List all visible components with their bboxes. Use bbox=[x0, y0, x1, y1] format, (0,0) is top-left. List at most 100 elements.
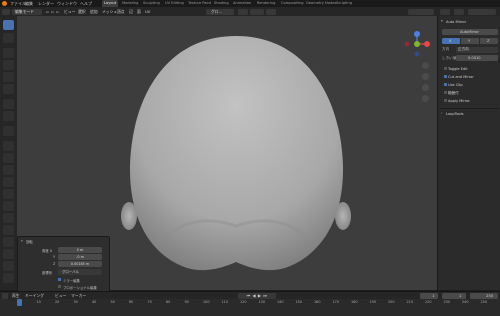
threshold-field[interactable]: 0.0010 bbox=[456, 55, 498, 61]
tab-scripting[interactable]: Scripting bbox=[334, 0, 354, 7]
tab-rendering[interactable]: Rendering bbox=[255, 0, 277, 7]
navigation-gizmo[interactable] bbox=[403, 30, 431, 58]
menu-playback[interactable]: 再生 bbox=[12, 292, 20, 299]
value-y-field[interactable]: -0 m bbox=[58, 254, 102, 260]
perspective-grid-icon[interactable] bbox=[422, 95, 429, 102]
tab-compositing[interactable]: Compositing bbox=[279, 0, 306, 7]
tab-animation[interactable]: Animation bbox=[231, 0, 253, 7]
frame-tick-label: 20 bbox=[55, 300, 60, 304]
menu-keying[interactable]: キーイング bbox=[25, 292, 44, 299]
shear-tool-icon[interactable] bbox=[3, 261, 14, 271]
frame-tick-label: 110 bbox=[221, 300, 228, 304]
menu-add[interactable]: 追加 bbox=[90, 8, 98, 15]
scale-tool-icon[interactable] bbox=[3, 72, 14, 82]
direction-label: 方向 bbox=[442, 47, 450, 51]
timeline-area[interactable]: 0102030405060708090100110120130140150160… bbox=[0, 299, 500, 316]
menu-edge[interactable]: 辺 bbox=[129, 8, 133, 15]
use-clip-label: Use Clip bbox=[448, 82, 463, 87]
expand-arrow-icon[interactable]: › bbox=[441, 111, 442, 115]
menu-face[interactable]: 面 bbox=[137, 8, 141, 15]
spin-tool-icon[interactable] bbox=[3, 213, 14, 223]
snap-icon[interactable] bbox=[250, 8, 264, 15]
operator-redo-panel: ▾ 回転 角度 X 0 m Y -0 m Z 0.00185 m 座標系 グロー… bbox=[17, 236, 110, 292]
select-box-tool-icon[interactable] bbox=[3, 20, 14, 30]
axis-z-label: Z bbox=[487, 38, 490, 43]
collapse-arrow-icon[interactable]: ▾ bbox=[441, 19, 443, 23]
zoom-icon[interactable] bbox=[422, 62, 429, 69]
measure-tool-icon[interactable] bbox=[3, 111, 14, 121]
automirror-button[interactable]: AutoMirror bbox=[442, 29, 498, 35]
tab-shading[interactable]: Shading bbox=[212, 0, 231, 7]
rip-region-tool-icon[interactable] bbox=[3, 273, 14, 283]
menu-view[interactable]: ビュー bbox=[64, 8, 75, 15]
overlay-icon[interactable] bbox=[440, 8, 450, 15]
add-cube-tool-icon[interactable] bbox=[3, 126, 14, 136]
tab-texture-paint[interactable]: Texture Paint bbox=[186, 0, 213, 7]
knife-tool-icon[interactable] bbox=[3, 189, 14, 199]
transform-orientation-dropdown[interactable]: グロ... bbox=[206, 8, 234, 15]
vert-select-icon[interactable]: ▫ bbox=[46, 8, 49, 15]
face-select-icon[interactable]: ▫ bbox=[56, 8, 59, 15]
camera-view-icon[interactable] bbox=[422, 84, 429, 91]
poly-build-tool-icon[interactable] bbox=[3, 201, 14, 211]
range-checkbox[interactable] bbox=[444, 91, 447, 94]
cursor-tool-icon[interactable] bbox=[3, 33, 14, 43]
looptools-header[interactable]: LoopTools bbox=[446, 112, 463, 116]
tab-uv-editing[interactable]: UV Editing bbox=[163, 0, 186, 7]
rotate-tool-icon[interactable] bbox=[3, 60, 14, 70]
pan-hand-icon[interactable] bbox=[422, 73, 429, 80]
frame-tick-label: 130 bbox=[258, 300, 265, 304]
proportional-edit-icon[interactable] bbox=[266, 8, 276, 15]
direction-dropdown[interactable]: 正方向 bbox=[456, 46, 498, 53]
extrude-tool-icon[interactable] bbox=[3, 141, 14, 151]
orientation-dropdown[interactable]: グローバル bbox=[58, 269, 102, 275]
value-x-field[interactable]: 0 m bbox=[58, 247, 102, 253]
menu-select[interactable]: 選択 bbox=[78, 8, 86, 15]
frame-tick-label: 30 bbox=[73, 300, 78, 304]
edge-slide-tool-icon[interactable] bbox=[3, 237, 14, 247]
toggle-edit-checkbox[interactable] bbox=[444, 67, 447, 70]
viewport-shading-icons[interactable] bbox=[468, 8, 496, 15]
value-z-field[interactable]: 0.00185 m bbox=[58, 261, 102, 267]
edge-select-icon[interactable]: ▫ bbox=[51, 8, 54, 15]
axis-z-toggle[interactable]: Z bbox=[480, 38, 498, 44]
cut-and-mirror-checkbox[interactable] bbox=[444, 75, 447, 78]
mode-dropdown[interactable]: 編集モード bbox=[12, 8, 42, 15]
playhead[interactable] bbox=[17, 299, 22, 306]
axis-x-toggle[interactable]: X bbox=[442, 38, 460, 44]
shading-modes[interactable] bbox=[408, 8, 434, 15]
frame-tick-label: 200 bbox=[388, 300, 395, 304]
frame-tick-label: 70 bbox=[147, 300, 152, 304]
pivot-icon[interactable] bbox=[238, 8, 248, 15]
xray-icon[interactable] bbox=[454, 8, 464, 15]
apply-mirror-checkbox[interactable] bbox=[444, 99, 447, 102]
use-clip-checkbox[interactable] bbox=[444, 83, 447, 86]
orientation-label: 座標系 bbox=[42, 271, 53, 275]
editor-type-icon[interactable] bbox=[2, 8, 10, 15]
collapse-arrow-icon[interactable]: ▾ bbox=[21, 239, 23, 243]
proportional-edit-checkbox[interactable] bbox=[58, 285, 61, 288]
inset-tool-icon[interactable] bbox=[3, 153, 14, 163]
axis-y-toggle[interactable]: Y bbox=[461, 38, 479, 44]
menu-mesh[interactable]: メッシュ bbox=[102, 8, 117, 15]
axis-x-label: X bbox=[449, 38, 452, 43]
menu-marker[interactable]: マーカー bbox=[71, 292, 86, 299]
blender-logo-icon[interactable] bbox=[2, 1, 7, 6]
menu-timeline-view[interactable]: ビュー bbox=[55, 292, 66, 299]
tab-layout[interactable]: Layout bbox=[102, 0, 119, 7]
menu-uv[interactable]: UV bbox=[145, 8, 150, 15]
frame-tick-label: 140 bbox=[277, 300, 284, 304]
annotate-tool-icon[interactable] bbox=[3, 99, 14, 109]
menu-vertex[interactable]: 頂点 bbox=[117, 8, 125, 15]
mirror-edit-checkbox[interactable] bbox=[58, 278, 61, 281]
cut-and-mirror-label: Cut and Mirror bbox=[448, 74, 474, 79]
move-tool-icon[interactable] bbox=[3, 48, 14, 58]
tab-modeling[interactable]: Modeling bbox=[120, 0, 140, 7]
loop-cut-tool-icon[interactable] bbox=[3, 177, 14, 187]
shrink-fatten-tool-icon[interactable] bbox=[3, 249, 14, 259]
smooth-tool-icon[interactable] bbox=[3, 225, 14, 235]
tab-sculpting[interactable]: Sculpting bbox=[141, 0, 162, 7]
bevel-tool-icon[interactable] bbox=[3, 165, 14, 175]
transform-tool-icon[interactable] bbox=[3, 84, 14, 94]
range-label: 範囲付 bbox=[448, 90, 459, 95]
